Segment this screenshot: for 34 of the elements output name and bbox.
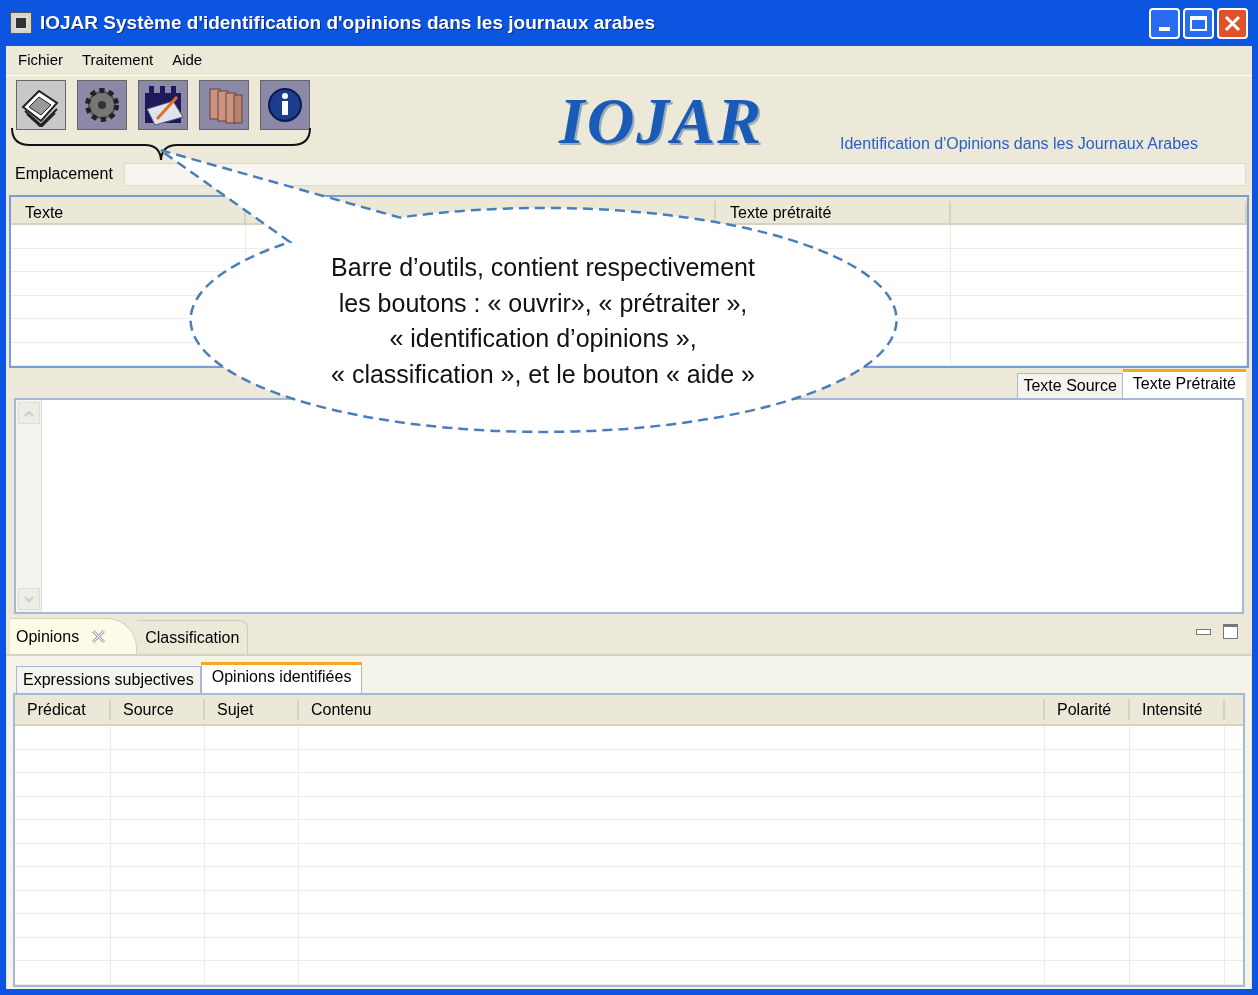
view-tab[interactable]: Classification: [137, 620, 249, 654]
tab[interactable]: Expressions subjectives: [16, 666, 201, 693]
column-header[interactable]: Polarité: [1057, 697, 1112, 722]
close-icon[interactable]: [91, 629, 107, 644]
logo: IOJAR: [559, 88, 764, 154]
field-label: Emplacement: [15, 164, 113, 184]
location-field[interactable]: [123, 162, 1246, 186]
app-icon: [10, 12, 32, 34]
maximize-button[interactable]: [1183, 7, 1214, 39]
column-header[interactable]: Texte prétraité: [730, 201, 832, 225]
window-title: IOJAR Système d'identification d'opinions dans les journaux arabes: [40, 10, 656, 35]
close-icon: [1224, 14, 1241, 32]
column-header[interactable]: Texte: [25, 201, 64, 225]
toolbar-button[interactable]: [138, 80, 188, 130]
column-header[interactable]: Sujet: [217, 697, 254, 722]
callout-text: Barre d’outils, contient respectivement les boutons : « ouvrir», « prétraiter », « identification d’opinions », « classification », et le bouton « aide »: [330, 252, 756, 390]
minimize-view-button[interactable]: [1196, 628, 1211, 635]
view-tab[interactable]: Opinions: [10, 618, 138, 654]
column-header[interactable]: Source: [123, 697, 174, 722]
column-header[interactable]: Prédicat: [27, 697, 86, 722]
tab[interactable]: Texte Source: [1017, 373, 1123, 398]
menu-item[interactable]: Traitement: [82, 49, 154, 72]
toolbar-button[interactable]: [260, 80, 310, 130]
column-header[interactable]: Intensité: [1142, 697, 1203, 722]
minimize-button[interactable]: [1149, 7, 1180, 39]
maximize-view-button[interactable]: [1223, 624, 1238, 639]
tab[interactable]: Texte Prétraité: [1122, 369, 1246, 398]
logo-tagline: Identification d'Opinions dans les Journaux Arabes: [840, 134, 1198, 154]
toolbar-button[interactable]: [16, 80, 66, 130]
tab[interactable]: Opinions identifiées: [200, 662, 363, 693]
close-button[interactable]: [1217, 7, 1248, 39]
column-header[interactable]: Contenu: [311, 697, 372, 722]
menu-item[interactable]: Fichier: [18, 49, 63, 72]
menu-item[interactable]: Aide: [172, 49, 203, 72]
